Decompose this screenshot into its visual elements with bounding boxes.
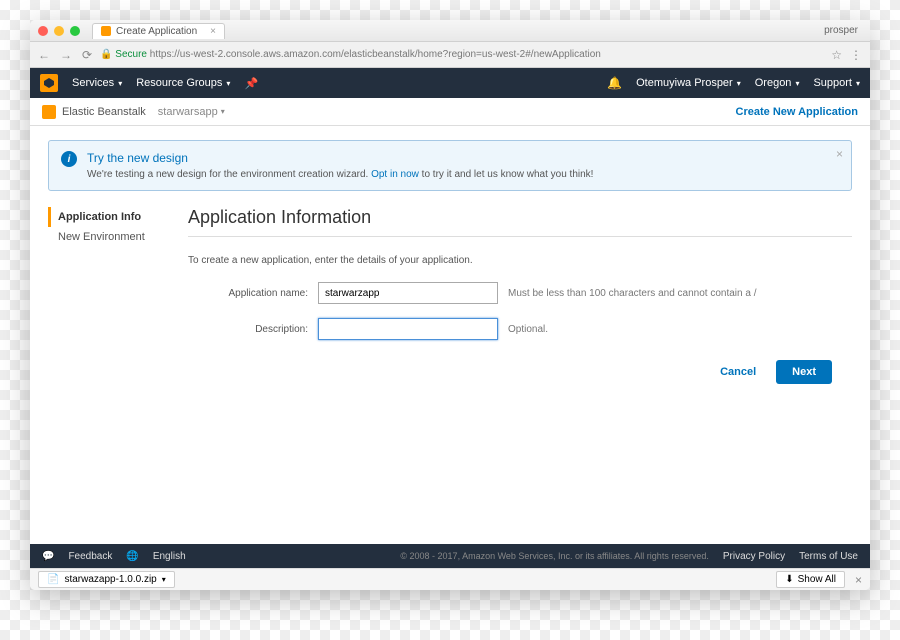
breadcrumb-service[interactable]: Elastic Beanstalk	[62, 106, 146, 118]
window-controls	[38, 26, 80, 36]
chevron-down-icon: ▾	[737, 79, 741, 88]
page-content: i Try the new design We're testing a new…	[30, 126, 870, 384]
nav-controls: ← → ⟳	[38, 48, 92, 62]
file-icon: 📄	[47, 574, 59, 585]
menu-icon[interactable]: ⋮	[850, 48, 862, 62]
info-alert: i Try the new design We're testing a new…	[48, 140, 852, 191]
globe-icon: 🌐	[126, 551, 138, 562]
create-new-application-link[interactable]: Create New Application	[736, 106, 858, 118]
user-menu[interactable]: Otemuyiwa Prosper ▾	[636, 77, 741, 89]
breadcrumb-bar: Elastic Beanstalk starwarsapp ▾ Create N…	[30, 98, 870, 126]
show-all-button[interactable]: ⬇ Show All	[776, 571, 845, 588]
user-label: Otemuyiwa Prosper	[636, 77, 733, 89]
app-name-row: Application name: Must be less than 100 …	[188, 282, 852, 304]
wizard-sidebar: Application Info New Environment	[48, 207, 178, 384]
forward-icon[interactable]: →	[60, 48, 72, 62]
aws-global-nav: Services ▾ Resource Groups ▾ 📌 🔔 Otemuyi…	[30, 68, 870, 98]
description-row: Description: Optional.	[188, 318, 852, 340]
info-icon: i	[61, 151, 77, 167]
download-item[interactable]: 📄 starwazapp-1.0.0.zip ▾	[38, 571, 175, 588]
chevron-down-icon: ▾	[221, 107, 225, 116]
page-title: Application Information	[188, 207, 852, 237]
bell-icon[interactable]: 🔔	[607, 76, 622, 90]
region-menu[interactable]: Oregon ▾	[755, 77, 800, 89]
breadcrumb-app-label: starwarsapp	[158, 106, 218, 118]
back-icon[interactable]: ←	[38, 48, 50, 62]
browser-tab[interactable]: Create Application ×	[92, 23, 225, 39]
app-name-hint: Must be less than 100 characters and can…	[508, 288, 757, 299]
app-name-input[interactable]	[318, 282, 498, 304]
copyright-text: © 2008 - 2017, Amazon Web Services, Inc.…	[400, 551, 708, 561]
downloads-close-icon[interactable]: ×	[855, 573, 862, 587]
chevron-down-icon: ▾	[118, 79, 122, 88]
support-label: Support	[813, 77, 852, 89]
close-window-button[interactable]	[38, 26, 48, 36]
downloads-bar: 📄 starwazapp-1.0.0.zip ▾ ⬇ Show All ×	[30, 568, 870, 590]
intro-text: To create a new application, enter the d…	[188, 255, 852, 266]
next-button[interactable]: Next	[776, 360, 832, 384]
aws-logo-icon[interactable]	[40, 74, 58, 92]
beanstalk-icon	[42, 105, 56, 119]
secure-label: Secure	[115, 49, 147, 60]
resource-groups-label: Resource Groups	[136, 77, 222, 89]
sidebar-item-new-env[interactable]: New Environment	[48, 227, 178, 247]
description-input[interactable]	[318, 318, 498, 340]
alert-body: We're testing a new design for the envir…	[87, 169, 593, 180]
alert-close-icon[interactable]: ×	[836, 147, 843, 161]
services-label: Services	[72, 77, 114, 89]
chevron-down-icon: ▾	[226, 79, 230, 88]
cancel-button[interactable]: Cancel	[710, 360, 766, 384]
main-area: Application Info New Environment Applica…	[48, 207, 852, 384]
resource-groups-menu[interactable]: Resource Groups ▾	[136, 77, 230, 89]
sidebar-item-app-info[interactable]: Application Info	[48, 207, 178, 227]
address-field[interactable]: 🔒 Secure https://us-west-2.console.aws.a…	[100, 49, 823, 60]
maximize-window-button[interactable]	[70, 26, 80, 36]
language-selector[interactable]: English	[153, 551, 186, 562]
services-menu[interactable]: Services ▾	[72, 77, 122, 89]
minimize-window-button[interactable]	[54, 26, 64, 36]
chevron-down-icon: ▾	[795, 79, 799, 88]
button-row: Cancel Next	[188, 360, 852, 384]
tab-title: Create Application	[116, 26, 197, 37]
description-label: Description:	[188, 324, 318, 335]
favicon-icon	[101, 26, 111, 36]
bookmark-icon[interactable]: ☆	[831, 48, 842, 62]
aws-footer: 💬 Feedback 🌐 English © 2008 - 2017, Amaz…	[30, 544, 870, 568]
url-bar: ← → ⟳ 🔒 Secure https://us-west-2.console…	[30, 42, 870, 68]
download-icon: ⬇	[785, 574, 793, 585]
terms-link[interactable]: Terms of Use	[799, 551, 858, 562]
description-hint: Optional.	[508, 324, 548, 335]
breadcrumb-app[interactable]: starwarsapp ▾	[158, 106, 225, 118]
privacy-link[interactable]: Privacy Policy	[723, 551, 785, 562]
chevron-down-icon: ▾	[162, 575, 166, 584]
download-filename: starwazapp-1.0.0.zip	[64, 574, 156, 585]
alert-title: Try the new design	[87, 151, 593, 165]
feedback-icon: 💬	[42, 551, 54, 562]
feedback-link[interactable]: Feedback	[68, 551, 112, 562]
url-text: https://us-west-2.console.aws.amazon.com…	[150, 49, 601, 60]
titlebar: Create Application × prosper	[30, 20, 870, 42]
opt-in-link[interactable]: Opt in now	[371, 169, 419, 180]
chevron-down-icon: ▾	[856, 79, 860, 88]
region-label: Oregon	[755, 77, 792, 89]
tab-close-icon[interactable]: ×	[210, 26, 216, 37]
reload-icon[interactable]: ⟳	[82, 48, 92, 62]
pin-icon[interactable]: 📌	[244, 77, 258, 90]
support-menu[interactable]: Support ▾	[813, 77, 860, 89]
show-all-label: Show All	[798, 574, 836, 585]
main-panel: Application Information To create a new …	[178, 207, 852, 384]
app-name-label: Application name:	[188, 288, 318, 299]
browser-window: Create Application × prosper ← → ⟳ 🔒 Sec…	[30, 20, 870, 590]
browser-profile[interactable]: prosper	[824, 25, 862, 36]
lock-icon: 🔒	[100, 49, 112, 60]
